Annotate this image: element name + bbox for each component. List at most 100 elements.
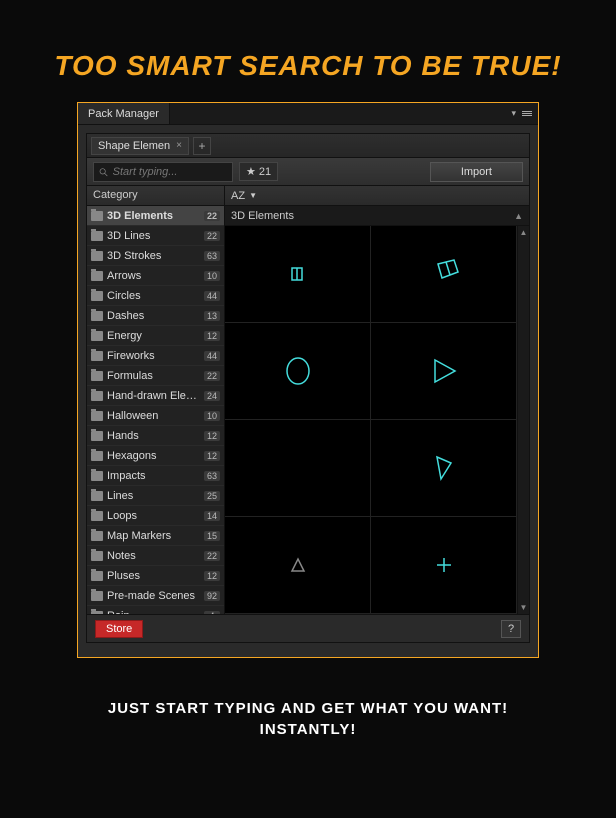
scroll-down-icon[interactable]: ▼ — [520, 603, 528, 612]
category-label: Hexagons — [107, 450, 200, 462]
category-item[interactable]: Notes22 — [87, 546, 224, 566]
category-label: Pre-made Scenes — [107, 590, 200, 602]
category-item[interactable]: 3D Lines22 — [87, 226, 224, 246]
tab-label: Shape Elemen — [98, 140, 170, 152]
favorites-button[interactable]: ★ 21 — [239, 162, 278, 181]
preview-title: 3D Elements — [231, 210, 294, 222]
folder-icon — [91, 351, 103, 361]
category-item[interactable]: Dashes13 — [87, 306, 224, 326]
close-icon[interactable]: × — [176, 140, 182, 151]
search-input[interactable] — [113, 166, 228, 178]
folder-icon — [91, 511, 103, 521]
inner-panel: Shape Elemen × + ★ 21 Import Category — [86, 133, 530, 643]
folder-icon — [91, 331, 103, 341]
folder-icon — [91, 591, 103, 601]
content-area: 3D Elements223D Lines223D Strokes63Arrow… — [87, 206, 529, 614]
scroll-up-icon[interactable]: ▲ — [520, 228, 528, 237]
folder-icon — [91, 551, 103, 561]
store-button[interactable]: Store — [95, 620, 143, 638]
page-footnote: JUST START TYPING AND GET WHAT YOU WANT!… — [20, 698, 596, 740]
preview-cell-ellipse[interactable] — [225, 323, 371, 420]
category-item[interactable]: Rain4 — [87, 606, 224, 614]
category-item[interactable]: Halloween10 — [87, 406, 224, 426]
scrollbar[interactable]: ▲ ▼ — [517, 226, 529, 614]
preview-cell-empty-1[interactable] — [225, 420, 371, 517]
favorites-count: 21 — [259, 166, 271, 178]
import-button[interactable]: Import — [430, 162, 523, 182]
folder-icon — [91, 471, 103, 481]
category-count: 12 — [204, 451, 220, 461]
folder-icon — [91, 291, 103, 301]
category-label: Lines — [107, 490, 200, 502]
preview-cell-cube[interactable] — [371, 226, 517, 323]
folder-icon — [91, 311, 103, 321]
category-item[interactable]: Impacts63 — [87, 466, 224, 486]
folder-icon — [91, 411, 103, 421]
category-count: 92 — [204, 591, 220, 601]
category-label: Map Markers — [107, 530, 200, 542]
folder-icon — [91, 531, 103, 541]
preview-grid — [225, 226, 517, 614]
preview-cell-triangle[interactable] — [371, 323, 517, 420]
pack-manager-panel: Pack Manager ▾ Shape Elemen × + ★ — [77, 102, 539, 658]
category-item[interactable]: Pre-made Scenes 92 — [87, 586, 224, 606]
folder-icon — [91, 491, 103, 501]
help-button[interactable]: ? — [501, 620, 521, 638]
sort-up-icon[interactable]: ▲ — [514, 211, 523, 221]
category-count: 12 — [204, 571, 220, 581]
category-count: 15 — [204, 531, 220, 541]
category-label: Dashes — [107, 310, 200, 322]
toolbar: ★ 21 Import — [87, 158, 529, 186]
category-count: 22 — [204, 211, 220, 221]
category-item[interactable]: Hexagons 12 — [87, 446, 224, 466]
category-count: 22 — [204, 551, 220, 561]
category-label: Hands — [107, 430, 200, 442]
workspace-tab[interactable]: Shape Elemen × — [91, 137, 189, 155]
preview-cell-tri2[interactable] — [371, 420, 517, 517]
add-tab-button[interactable]: + — [193, 137, 211, 155]
category-label: Arrows — [107, 270, 200, 282]
category-count: 10 — [204, 271, 220, 281]
category-item[interactable]: Energy12 — [87, 326, 224, 346]
folder-icon — [91, 571, 103, 581]
category-label: Hand-drawn Elements — [107, 390, 200, 402]
category-item[interactable]: Map Markers 15 — [87, 526, 224, 546]
folder-icon — [91, 371, 103, 381]
search-field[interactable] — [93, 162, 233, 182]
category-label: Formulas — [107, 370, 200, 382]
category-item[interactable]: 3D Strokes63 — [87, 246, 224, 266]
category-count: 12 — [204, 431, 220, 441]
folder-icon — [91, 251, 103, 261]
category-item[interactable]: Lines25 — [87, 486, 224, 506]
sort-header[interactable]: AZ▼ — [225, 186, 263, 205]
column-headers: Category AZ▼ — [87, 186, 529, 206]
panel-title-tab[interactable]: Pack Manager — [78, 103, 170, 124]
folder-icon — [91, 611, 103, 615]
folder-icon — [91, 431, 103, 441]
folder-icon — [91, 211, 103, 221]
category-item[interactable]: 3D Elements22 — [87, 206, 224, 226]
category-count: 14 — [204, 511, 220, 521]
category-item[interactable]: Hand-drawn Elements24 — [87, 386, 224, 406]
category-item[interactable]: Fireworks44 — [87, 346, 224, 366]
category-label: Pluses — [107, 570, 200, 582]
category-header[interactable]: Category — [87, 186, 225, 205]
category-item[interactable]: Pluses 12 — [87, 566, 224, 586]
folder-icon — [91, 391, 103, 401]
category-item[interactable]: Circles44 — [87, 286, 224, 306]
preview-cell-rect[interactable] — [225, 226, 371, 323]
category-count: 22 — [204, 231, 220, 241]
category-item[interactable]: Formulas22 — [87, 366, 224, 386]
preview-cell-plus[interactable] — [371, 517, 517, 614]
category-item[interactable]: Arrows 10 — [87, 266, 224, 286]
category-label: Energy — [107, 330, 200, 342]
preview-cell-tri3[interactable] — [225, 517, 371, 614]
category-item[interactable]: Loops14 — [87, 506, 224, 526]
category-label: Fireworks — [107, 350, 200, 362]
category-item[interactable]: Hands 12 — [87, 426, 224, 446]
category-count: 63 — [204, 471, 220, 481]
page-headline: TOO SMART SEARCH TO BE TRUE! — [20, 50, 596, 82]
preview-area: 3D Elements ▲ — [225, 206, 529, 614]
panel-menu[interactable]: ▾ — [511, 108, 538, 119]
folder-icon — [91, 271, 103, 281]
